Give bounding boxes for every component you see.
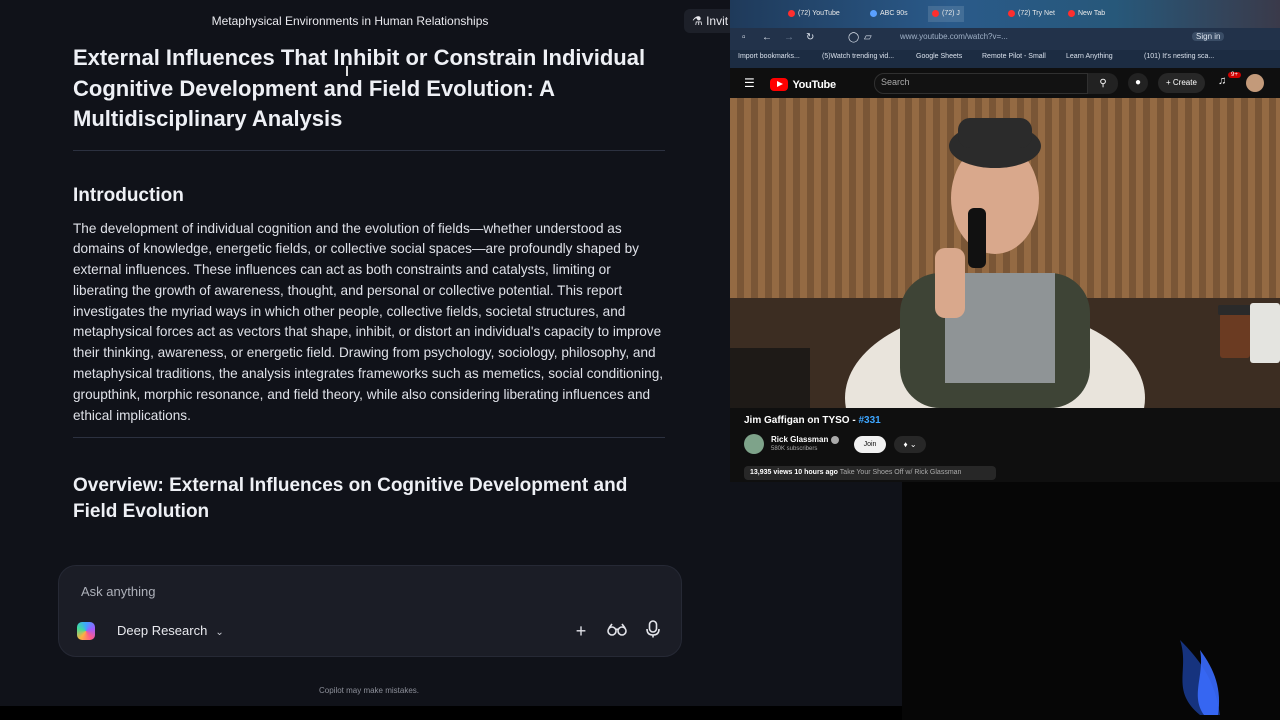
- browser-tab[interactable]: (72) YouTube: [788, 6, 840, 22]
- invite-icon: ⚗︎: [692, 14, 707, 28]
- bookmark-item[interactable]: (5)Watch trending vid...: [822, 53, 894, 60]
- sign-in-button[interactable]: Sign in: [1192, 32, 1225, 41]
- invite-label: Invit: [706, 14, 729, 28]
- youtube-play-icon: [770, 78, 788, 92]
- bell-icon: ♦: [903, 440, 908, 449]
- youtube-logo[interactable]: YouTube: [770, 76, 836, 92]
- subscription-bell-button[interactable]: ♦ ⌄: [894, 436, 926, 453]
- add-icon[interactable]: +: [570, 620, 592, 642]
- text-cursor: [346, 66, 348, 76]
- video-player[interactable]: [730, 98, 1280, 408]
- bookmarks-bar: Import bookmarks... (5)Watch trending vi…: [730, 50, 1280, 68]
- browser-tab[interactable]: (72) Try Net: [1008, 6, 1055, 22]
- notifications-bell-icon[interactable]: ♫: [1218, 75, 1226, 87]
- copilot-logo-icon: [77, 622, 95, 640]
- bookmark-item[interactable]: (101) It's nesting sca...: [1144, 53, 1214, 60]
- video-frame-image: [730, 98, 1280, 408]
- bookmark-item[interactable]: Import bookmarks...: [738, 53, 800, 60]
- browser-window: (72) YouTube ABC 90s (72) J (72) Try Net…: [730, 0, 1280, 482]
- browser-tab-active[interactable]: (72) J: [928, 6, 964, 22]
- menu-icon[interactable]: ☰: [744, 76, 755, 90]
- invite-button[interactable]: ⚗︎ Invit: [684, 9, 737, 33]
- conversation-title: Metaphysical Environments in Human Relat…: [211, 14, 489, 28]
- address-bar: ▫ ← → ↻ ◯ ▱ www.youtube.com/watch?v=... …: [730, 28, 1280, 50]
- account-avatar[interactable]: [1246, 74, 1264, 92]
- composer[interactable]: Ask anything Deep Research ⌄ +: [58, 565, 682, 657]
- upload-time: 10 hours ago: [794, 469, 838, 476]
- chevron-down-icon: ⌄: [215, 627, 224, 638]
- description-tag: Take Your Shoes Off w/ Rick Glassman: [839, 469, 962, 476]
- copilot-header: Metaphysical Environments in Human Relat…: [0, 0, 737, 42]
- mode-selector[interactable]: Deep Research ⌄: [107, 618, 234, 644]
- video-description[interactable]: 13,935 views 10 hours ago Take Your Shoe…: [744, 466, 996, 480]
- browser-tab[interactable]: New Tab: [1068, 6, 1105, 22]
- lock-icon[interactable]: ▱: [864, 32, 872, 43]
- sidebar-icon[interactable]: ▫: [742, 32, 746, 43]
- subscriber-count: 580K subscribers: [771, 446, 818, 452]
- create-button[interactable]: + Create: [1158, 73, 1205, 93]
- search-icon[interactable]: ⚲: [1088, 73, 1118, 94]
- view-count: 13,935 views: [750, 469, 793, 476]
- microphone-icon[interactable]: [642, 620, 664, 642]
- shield-icon[interactable]: ◯: [848, 32, 859, 43]
- reload-icon[interactable]: ↻: [806, 32, 814, 43]
- tab-strip: (72) YouTube ABC 90s (72) J (72) Try Net…: [730, 0, 1280, 28]
- video-title: Jim Gaffigan on TYSO - #331: [744, 415, 881, 426]
- disclaimer: Copilot may make mistakes.: [318, 686, 420, 695]
- episode-hashtag[interactable]: #331: [858, 415, 880, 426]
- back-icon[interactable]: ←: [762, 32, 772, 43]
- bookmark-item[interactable]: Google Sheets: [916, 53, 962, 60]
- scroll-fade: [0, 520, 730, 570]
- bookmark-item[interactable]: Remote Pilot - Small: [982, 53, 1046, 60]
- channel-avatar[interactable]: [744, 434, 764, 454]
- forward-icon[interactable]: →: [784, 32, 794, 43]
- report-title: External Influences That Inhibit or Cons…: [73, 45, 646, 131]
- vision-glasses-icon[interactable]: [606, 620, 628, 642]
- section-heading-overview: Overview: External Influences on Cogniti…: [73, 475, 628, 523]
- channel-name[interactable]: Rick Glassman: [771, 435, 840, 444]
- youtube-header: ☰ YouTube Search ⚲ ● + Create ♫ 9+: [730, 68, 1280, 98]
- background-area: [902, 482, 1280, 720]
- mode-label: Deep Research: [117, 623, 208, 638]
- microphone-icon[interactable]: ●: [1128, 73, 1148, 93]
- chevron-down-icon: ⌄: [909, 440, 917, 449]
- message-input[interactable]: Ask anything: [81, 584, 155, 599]
- browser-tab[interactable]: ABC 90s: [870, 6, 908, 22]
- notification-badge: 9+: [1228, 72, 1241, 78]
- section-heading-introduction: Introduction: [73, 184, 184, 206]
- join-button[interactable]: Join: [854, 436, 886, 453]
- report-document: External Influences That Inhibit or Cons…: [73, 42, 665, 525]
- blue-flame-icon: [1180, 640, 1220, 715]
- bookmark-item[interactable]: Learn Anything: [1066, 53, 1113, 60]
- search-input[interactable]: Search: [874, 73, 1088, 94]
- verified-icon: [831, 435, 840, 444]
- introduction-paragraph: The development of individual cognition …: [73, 220, 664, 423]
- url-field[interactable]: www.youtube.com/watch?v=...: [900, 32, 1008, 41]
